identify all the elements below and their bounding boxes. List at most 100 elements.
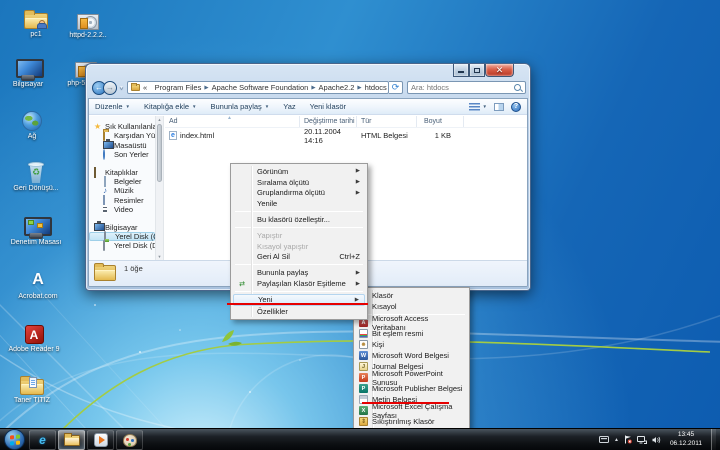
nav-scrollbar[interactable]: ▲ ▼ [155, 116, 164, 260]
nav-item-video[interactable]: Video [89, 205, 155, 214]
submenu-item-bitmap[interactable]: Bit eşlem resmi [356, 328, 467, 339]
breadcrumb-segment[interactable]: Apache Software Foundation [212, 83, 309, 92]
desktop-icon-bilgisayar[interactable]: Bilgisayar [2, 56, 54, 90]
maximize-button[interactable] [469, 64, 485, 77]
nav-item-pictures[interactable]: Resimler [89, 196, 155, 205]
desktop-icon-label: Taner TITIZ [6, 397, 58, 406]
forward-arrow-icon: → [106, 84, 114, 92]
column-header-name[interactable]: Ad▲ [165, 116, 300, 127]
organize-button[interactable]: Düzenle▼ [95, 102, 130, 111]
desktop-icon-httpd[interactable]: httpd-2.2.2.. [62, 8, 114, 41]
desktop-icon-label: Adobe Reader 9 [8, 346, 60, 355]
views-button[interactable]: ▼ [469, 103, 487, 111]
column-header-size[interactable]: Boyut [417, 116, 464, 127]
taskbar-paint-button[interactable] [116, 430, 143, 450]
preview-pane-button[interactable] [494, 103, 504, 111]
nav-item-documents[interactable]: Belgeler [89, 177, 155, 186]
menu-item-gruplandirma-olcutu[interactable]: Gruplandırma ölçütü▶ [233, 188, 365, 199]
scroll-up-icon[interactable]: ▲ [156, 117, 163, 122]
menu-item-paylasilan-klasor-esitleme[interactable]: ⇄Paylaşılan Klasör Eşitleme▶ [233, 278, 365, 289]
desktop-icon-denetim-masasi[interactable]: Denetim Masası [10, 214, 62, 248]
desktop-icon-label: Bilgisayar [2, 81, 54, 90]
file-row-index-html[interactable]: eindex.html 20.11.2004 14:16 HTML Belges… [165, 130, 527, 141]
nav-item-music[interactable]: ♪Müzik [89, 186, 155, 195]
taskbar-explorer-button[interactable] [58, 430, 85, 450]
submenu-item-powerpoint[interactable]: PMicrosoft PowerPoint Sunusu [356, 372, 467, 383]
network-icon[interactable] [637, 436, 647, 444]
breadcrumb-segment[interactable]: Program Files [155, 83, 202, 92]
help-button[interactable]: ? [511, 102, 521, 112]
minimize-button[interactable] [453, 64, 469, 77]
forward-button[interactable]: → [103, 81, 117, 95]
nav-group-libraries[interactable]: Kitaplıklar [89, 168, 155, 177]
burn-button[interactable]: Yaz [283, 102, 295, 111]
nav-item-downloads[interactable]: Karşıdan Yüklem [89, 131, 155, 140]
nav-group-favorites[interactable]: ★Sık Kullanılanlar [89, 122, 155, 131]
bitmap-image-icon [359, 329, 368, 338]
menu-item-siralama-olcutu[interactable]: Sıralama ölçütü▶ [233, 177, 365, 188]
breadcrumb-segment[interactable]: Apache2.2 [319, 83, 355, 92]
submenu-item-excel[interactable]: XMicrosoft Excel Çalışma Sayfası [356, 405, 467, 416]
close-button[interactable]: ✕ [485, 64, 514, 77]
add-to-library-button[interactable]: Kitaplığa ekle▼ [144, 102, 197, 111]
start-button[interactable] [4, 429, 25, 450]
nav-group-computer[interactable]: Bilgisayar [89, 223, 155, 232]
menu-item-yenile[interactable]: Yenile [233, 198, 365, 209]
menu-separator [235, 211, 363, 212]
menu-item-geri-al-sil[interactable]: Geri Al SilCtrl+Z [233, 252, 365, 263]
menu-item-ozellikler[interactable]: Özellikler [233, 306, 365, 317]
taskbar-internet-explorer-button[interactable]: e [29, 430, 56, 450]
menu-item-bu-klasoru-ozellestir[interactable]: Bu klasörü özelleştir... [233, 214, 365, 225]
system-tray: ▲ 13:4506.12.2011 [599, 429, 720, 450]
column-header-type[interactable]: Tür [357, 116, 417, 127]
submenu-item-sikistirilmis-klasor[interactable]: ⇕Sıkıştırılmış Klasör [356, 416, 467, 427]
scroll-down-icon[interactable]: ▼ [156, 254, 163, 259]
desktop-icon-taner-titiz[interactable]: Taner TITIZ [6, 374, 58, 406]
chevron-down-icon: ▼ [126, 104, 130, 109]
breadcrumb-segment[interactable]: htdocs [365, 83, 387, 92]
window-controls: ✕ [453, 64, 514, 77]
menu-item-gorunum[interactable]: Görünüm▶ [233, 166, 365, 177]
navigation-pane: ★Sık Kullanılanlar Karşıdan Yüklem Masaü… [89, 116, 155, 260]
breadcrumb[interactable]: « Program Files ▶ Apache Software Founda… [127, 81, 389, 94]
column-header-date[interactable]: Değiştirme tarihi [300, 116, 357, 127]
nav-item-local-disk-c[interactable]: Yerel Disk (C:) [89, 232, 155, 241]
nav-item-recent-places[interactable]: Son Yerler [89, 150, 155, 159]
desktop-icon-label: Denetim Masası [10, 239, 62, 248]
desktop-icon-label: Geri Dönüşü... [10, 185, 62, 194]
desktop-icon-adobe-reader[interactable]: Adobe Reader 9 [8, 322, 60, 355]
views-icon [469, 103, 480, 111]
annotation-underline-yeni [227, 303, 368, 305]
submenu-item-publisher[interactable]: PMicrosoft Publisher Belgesi [356, 383, 467, 394]
nav-item-desktop[interactable]: Masaüstü [89, 141, 155, 150]
scrollbar-thumb[interactable] [157, 124, 162, 182]
breadcrumb-overflow[interactable]: « [143, 83, 147, 92]
submenu-item-kisi[interactable]: ☻Kişi [356, 339, 467, 350]
tray-device-icon[interactable] [599, 436, 609, 443]
menu-item-bununla-paylas[interactable]: Bununla paylaş▶ [233, 267, 365, 278]
submenu-item-word[interactable]: WMicrosoft Word Belgesi [356, 350, 467, 361]
desktop-icon-acrobat-com[interactable]: Acrobat.com [12, 268, 64, 302]
desktop-icon-recycle-bin[interactable]: Geri Dönüşü... [10, 160, 62, 194]
desktop-icon-pc1[interactable]: pc1 [10, 8, 62, 40]
nav-item-local-disk-d[interactable]: Yerel Disk (D:) [89, 241, 155, 250]
show-desktop-button[interactable] [711, 429, 716, 450]
breadcrumb-separator-icon: ▶ [204, 85, 208, 91]
share-with-button[interactable]: Bununla paylaş▼ [211, 102, 270, 111]
new-folder-button[interactable]: Yeni klasör [310, 102, 346, 111]
search-input[interactable]: Ara: htdocs [407, 81, 526, 94]
refresh-button[interactable]: ⟳ [389, 81, 403, 94]
maximize-icon [474, 68, 480, 73]
volume-icon[interactable] [652, 436, 661, 444]
taskbar-media-player-button[interactable] [87, 430, 114, 450]
submenu-item-klasor[interactable]: Klasör [356, 290, 467, 301]
submenu-item-access[interactable]: AMicrosoft Access Veritabanı [356, 317, 467, 328]
internet-explorer-icon: e [39, 433, 46, 447]
submenu-item-kisayol[interactable]: ↗Kısayol [356, 301, 467, 312]
show-hidden-icons-button[interactable]: ▲ [614, 437, 619, 443]
recent-pages-dropdown-icon[interactable]: ▼ [119, 85, 124, 91]
desktop-icon-ag[interactable]: Ağ [6, 108, 58, 142]
action-center-flag-icon[interactable] [624, 435, 632, 444]
taskbar-clock[interactable]: 13:4506.12.2011 [666, 431, 706, 449]
sort-ascending-icon: ▲ [227, 115, 232, 121]
